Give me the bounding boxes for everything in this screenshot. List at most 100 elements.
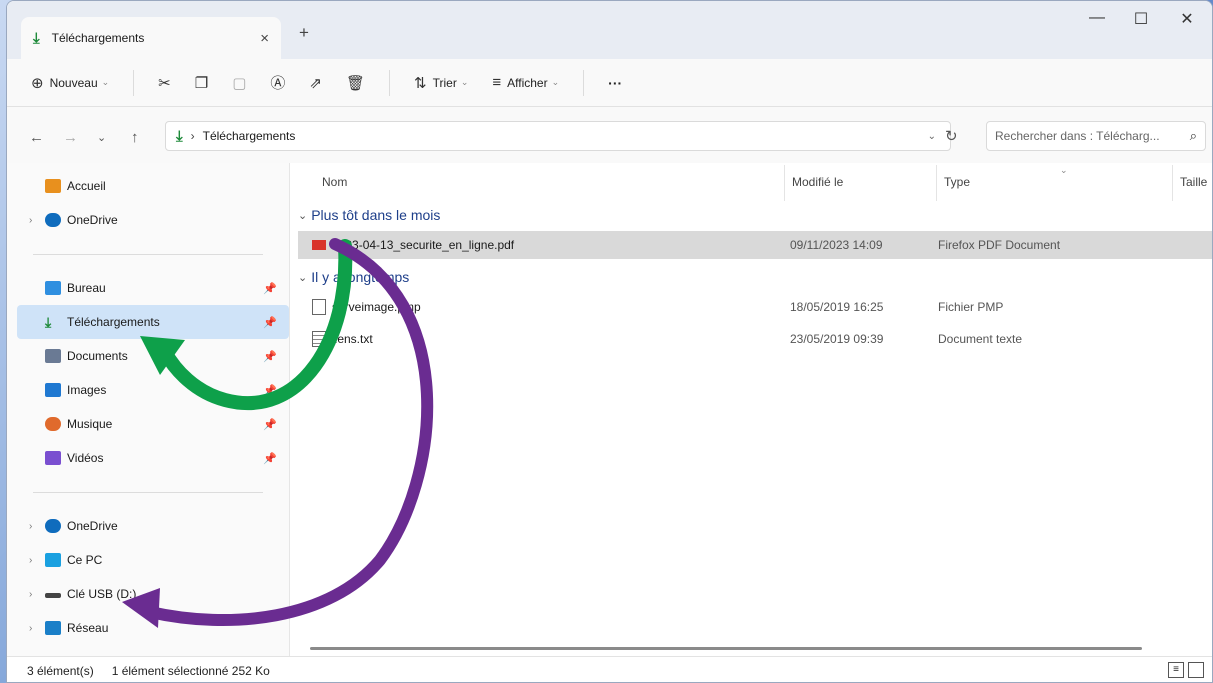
column-separator[interactable] bbox=[1172, 165, 1173, 201]
pin-icon[interactable]: 📌 bbox=[263, 282, 277, 295]
view-toggle: ≡ bbox=[1164, 662, 1204, 678]
item-count: 3 élément(s) bbox=[27, 663, 94, 678]
new-button[interactable]: ⊕ Nouveau ⌄ bbox=[31, 74, 109, 92]
back-arrow-icon[interactable]: ← bbox=[29, 129, 44, 146]
file-name: serveimage.pmp bbox=[332, 300, 421, 314]
chevron-right-icon[interactable]: › bbox=[29, 589, 45, 600]
table-row[interactable]: liens.txt 23/05/2019 09:39 Document text… bbox=[298, 325, 1212, 353]
search-input[interactable]: Rechercher dans : Télécharg... ⌕ bbox=[986, 121, 1206, 151]
pin-icon[interactable]: 📌 bbox=[263, 350, 277, 363]
view-button[interactable]: ≡ Afficher ⌄ bbox=[492, 74, 559, 91]
column-header-size[interactable]: Taille bbox=[1180, 175, 1207, 189]
recent-locations-chevron-icon[interactable]: ⌄ bbox=[97, 131, 106, 144]
chevron-down-icon: ⌄ bbox=[551, 77, 560, 87]
tiles-view-icon[interactable] bbox=[1188, 662, 1204, 678]
file-type: Firefox PDF Document bbox=[938, 238, 1061, 252]
chevron-right-icon[interactable]: › bbox=[29, 623, 45, 634]
chevron-down-icon: ⌄ bbox=[298, 209, 308, 222]
new-tab-button[interactable]: + bbox=[299, 23, 309, 43]
sidebar-item-label: Ce PC bbox=[67, 553, 103, 567]
share-button[interactable]: ⇗ bbox=[309, 74, 322, 92]
plus-circle-icon: ⊕ bbox=[31, 74, 44, 92]
text-file-icon bbox=[312, 331, 326, 347]
video-icon bbox=[45, 451, 61, 465]
table-row[interactable]: 2023-04-13_securite_en_ligne.pdf 09/11/2… bbox=[298, 231, 1212, 259]
column-header-modified[interactable]: Modifié le bbox=[792, 175, 843, 189]
scissors-icon: ✂ bbox=[158, 74, 171, 92]
chevron-down-icon: ⌄ bbox=[298, 271, 308, 284]
pin-icon[interactable]: 📌 bbox=[263, 452, 277, 465]
sidebar-item-label: Téléchargements bbox=[67, 315, 160, 329]
sidebar-item-onedrive[interactable]: › OneDrive bbox=[17, 509, 289, 543]
forward-arrow-icon[interactable]: → bbox=[63, 129, 78, 146]
sidebar-item-images[interactable]: Images 📌 bbox=[17, 373, 289, 407]
music-icon bbox=[45, 417, 61, 431]
sort-chevron-icon: ⌄ bbox=[1060, 165, 1068, 175]
close-tab-button[interactable]: × bbox=[260, 30, 269, 47]
toolbar-divider bbox=[583, 69, 585, 96]
pin-icon[interactable]: 📌 bbox=[263, 316, 277, 329]
cut-button[interactable]: ✂ bbox=[158, 74, 171, 92]
column-header-name[interactable]: Nom bbox=[322, 175, 347, 189]
chevron-right-icon[interactable]: › bbox=[29, 215, 45, 226]
up-arrow-icon[interactable]: ↑ bbox=[131, 129, 139, 146]
table-row[interactable]: serveimage.pmp 18/05/2019 16:25 Fichier … bbox=[298, 293, 1212, 321]
details-view-icon[interactable]: ≡ bbox=[1168, 662, 1184, 678]
sidebar-item-onedrive-top[interactable]: › OneDrive bbox=[17, 203, 289, 237]
group-label: Il y a longtemps bbox=[311, 269, 410, 285]
breadcrumb-downloads[interactable]: Téléchargements bbox=[203, 129, 296, 143]
sidebar-item-desktop[interactable]: Bureau 📌 bbox=[17, 271, 289, 305]
address-history-chevron-icon[interactable]: ⌄ bbox=[928, 131, 936, 142]
chevron-right-icon[interactable]: › bbox=[29, 555, 45, 566]
address-bar[interactable]: ⤓ › Téléchargements ⌄ bbox=[165, 121, 951, 151]
usb-drive-icon bbox=[45, 593, 61, 598]
download-icon: ⤓ bbox=[33, 29, 40, 47]
toolbar-divider bbox=[133, 69, 135, 96]
sidebar-item-usb-drive[interactable]: › Clé USB (D:) bbox=[17, 577, 289, 611]
sidebar-item-label: OneDrive bbox=[67, 519, 118, 533]
sidebar-item-videos[interactable]: Vidéos 📌 bbox=[17, 441, 289, 475]
sort-button[interactable]: ⇅ Trier ⌄ bbox=[414, 74, 468, 92]
sidebar-item-music[interactable]: Musique 📌 bbox=[17, 407, 289, 441]
network-icon bbox=[45, 621, 61, 635]
group-header-long-ago[interactable]: ⌄ Il y a longtemps bbox=[298, 269, 409, 285]
close-window-button[interactable]: ✕ bbox=[1167, 9, 1207, 29]
column-separator[interactable] bbox=[784, 165, 785, 201]
file-explorer-window: ⤓ Téléchargements × + — ☐ ✕ ⊕ Nouveau ⌄ … bbox=[6, 0, 1213, 683]
sidebar-item-label: Bureau bbox=[67, 281, 106, 295]
maximize-button[interactable]: ☐ bbox=[1121, 9, 1161, 29]
file-modified: 18/05/2019 16:25 bbox=[790, 300, 884, 314]
group-header-this-month[interactable]: ⌄ Plus tôt dans le mois bbox=[298, 207, 440, 223]
copy-button[interactable]: ❐ bbox=[195, 74, 208, 92]
more-options-button[interactable]: ··· bbox=[608, 75, 622, 91]
sidebar-item-downloads[interactable]: ⤓ Téléchargements 📌 bbox=[17, 305, 289, 339]
pin-icon[interactable]: 📌 bbox=[263, 418, 277, 431]
tab-title: Téléchargements bbox=[51, 31, 145, 45]
horizontal-scrollbar[interactable] bbox=[310, 647, 1142, 650]
column-separator[interactable] bbox=[936, 165, 937, 201]
paste-button[interactable]: ▢ bbox=[232, 74, 246, 92]
pin-icon[interactable]: 📌 bbox=[263, 384, 277, 397]
new-label: Nouveau bbox=[49, 75, 98, 90]
share-icon: ⇗ bbox=[309, 74, 322, 92]
chevron-down-icon: ⌄ bbox=[460, 77, 469, 87]
chevron-right-icon[interactable]: › bbox=[29, 521, 45, 532]
copy-icon: ❐ bbox=[194, 74, 209, 92]
sidebar-item-home[interactable]: Accueil bbox=[17, 169, 289, 203]
download-icon: ⤓ bbox=[176, 127, 183, 145]
file-type: Fichier PMP bbox=[938, 300, 1004, 314]
toolbar-divider bbox=[389, 69, 391, 96]
delete-button[interactable]: 🗑 bbox=[346, 74, 365, 92]
sidebar-item-documents[interactable]: Documents 📌 bbox=[17, 339, 289, 373]
rename-button[interactable]: Ⓐ bbox=[270, 72, 285, 93]
sidebar-item-label: Musique bbox=[67, 417, 113, 431]
chevron-down-icon: ⌄ bbox=[101, 77, 110, 87]
minimize-button[interactable]: — bbox=[1077, 9, 1117, 27]
pdf-icon bbox=[312, 240, 326, 250]
sidebar-item-label: Images bbox=[67, 383, 107, 397]
sidebar-item-this-pc[interactable]: › Ce PC bbox=[17, 543, 289, 577]
refresh-icon[interactable]: ↻ bbox=[945, 127, 958, 145]
sidebar-item-network[interactable]: › Réseau bbox=[17, 611, 289, 645]
tab-downloads[interactable]: ⤓ Téléchargements × bbox=[21, 17, 281, 59]
column-header-type[interactable]: Type bbox=[944, 175, 970, 189]
